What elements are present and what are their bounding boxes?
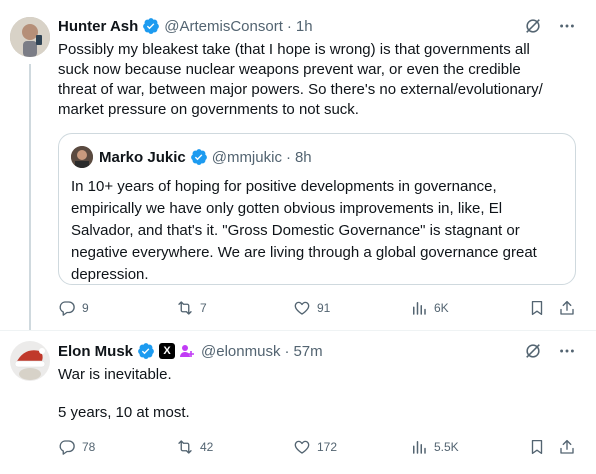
repost-button[interactable]: 7: [176, 299, 207, 317]
timestamp[interactable]: 1h: [296, 18, 313, 35]
views-button[interactable]: 6K: [410, 299, 449, 317]
reply-count: 78: [82, 440, 96, 454]
tweet-text: War is inevitable. 5 years, 10 at most.: [58, 365, 190, 423]
quote-text-line: In 10+ years of hoping for positive deve…: [71, 178, 497, 195]
quote-timestamp[interactable]: 8h: [295, 149, 312, 166]
thread-line: [29, 64, 31, 331]
share-icon: [560, 439, 574, 454]
author-handle[interactable]: @ArtemisConsort: [164, 18, 283, 35]
share-button[interactable]: [558, 299, 576, 317]
reply-icon: [59, 301, 75, 316]
tweet-text-line: Possibly my bleakest take (that I hope i…: [58, 41, 530, 58]
tweet-header: Hunter Ash @ArtemisConsort · 1h: [58, 16, 313, 36]
tweet-text-line: War is inevitable.: [58, 366, 172, 383]
repost-count: 42: [200, 440, 214, 454]
separator-dot: ·: [284, 342, 290, 360]
quote-text-line: negative everywhere. We are living throu…: [71, 244, 537, 261]
tweet-text-line: suck now because nuclear weapons prevent…: [58, 61, 521, 78]
quote-text-line: depression.: [71, 266, 149, 283]
tweet-divider: [0, 330, 596, 331]
separator-dot: ·: [286, 17, 292, 35]
tweet-text-line: threat of war, between major powers. So …: [58, 81, 543, 98]
avatar[interactable]: [10, 17, 50, 57]
quote-header: Marko Jukic @mmjukic · 8h: [99, 147, 312, 167]
tweet-hunter-ash[interactable]: Hunter Ash @ArtemisConsort · 1h Possibly…: [0, 0, 596, 331]
bookmark-icon: [531, 439, 543, 455]
affiliate-icon[interactable]: [179, 343, 195, 359]
tweet-tools: [524, 17, 576, 35]
reply-button[interactable]: 78: [58, 438, 95, 456]
share-button[interactable]: [558, 438, 576, 456]
repost-count: 7: [200, 301, 207, 315]
quote-text: In 10+ years of hoping for positive deve…: [71, 176, 567, 286]
bookmark-icon: [531, 300, 543, 316]
tweet-tools: [524, 342, 576, 360]
verified-badge-icon: [142, 17, 160, 35]
grok-icon[interactable]: [524, 342, 542, 360]
views-count: 5.5K: [434, 440, 459, 454]
bookmark-button[interactable]: [528, 299, 546, 317]
quote-text-line: Salvador, and that's it. "Gross Domestic…: [71, 222, 520, 239]
quote-avatar[interactable]: [71, 146, 93, 168]
grok-icon[interactable]: [524, 17, 542, 35]
share-icon: [560, 300, 574, 315]
quoted-tweet[interactable]: Marko Jukic @mmjukic · 8h In 10+ years o…: [58, 133, 576, 285]
timestamp[interactable]: 57m: [293, 343, 322, 360]
views-icon: [413, 302, 426, 315]
repost-icon: [178, 440, 192, 454]
like-button[interactable]: 91: [293, 299, 330, 317]
tweet-text-line: 5 years, 10 at most.: [58, 404, 190, 421]
reply-count: 9: [82, 301, 89, 315]
like-icon: [294, 301, 310, 315]
more-icon[interactable]: [558, 17, 576, 35]
author-name[interactable]: Hunter Ash: [58, 18, 138, 35]
like-icon: [294, 440, 310, 454]
more-icon[interactable]: [558, 342, 576, 360]
tweet-text: Possibly my bleakest take (that I hope i…: [58, 40, 543, 120]
like-count: 172: [317, 440, 338, 454]
quote-author-name[interactable]: Marko Jukic: [99, 149, 186, 166]
action-bar: 9 7 91 6K: [58, 298, 578, 318]
action-bar: 78 42 172 5.5K: [58, 437, 578, 457]
tweet-text-line: [58, 385, 190, 403]
author-name[interactable]: Elon Musk: [58, 343, 133, 360]
verified-badge-icon: [137, 342, 155, 360]
views-count: 6K: [434, 301, 449, 315]
x-affiliation-badge[interactable]: X: [159, 343, 176, 359]
bookmark-button[interactable]: [528, 438, 546, 456]
author-handle[interactable]: @elonmusk: [201, 343, 280, 360]
like-button[interactable]: 172: [293, 438, 337, 456]
verified-badge-icon: [190, 148, 208, 166]
quote-author-handle[interactable]: @mmjukic: [212, 149, 282, 166]
repost-icon: [178, 301, 192, 315]
repost-button[interactable]: 42: [176, 438, 213, 456]
avatar[interactable]: [10, 341, 50, 381]
views-button[interactable]: 5.5K: [410, 438, 459, 456]
reply-icon: [59, 440, 75, 455]
tweet-text-line: market pressure on governments to not su…: [58, 101, 359, 118]
reply-button[interactable]: 9: [58, 299, 89, 317]
views-icon: [413, 441, 426, 454]
tweet-header: Elon Musk X @elonmusk · 57m: [58, 341, 323, 361]
separator-dot: ·: [285, 148, 291, 166]
quote-text-line: empirically we have only gotten obvious …: [71, 200, 503, 217]
like-count: 91: [317, 301, 331, 315]
